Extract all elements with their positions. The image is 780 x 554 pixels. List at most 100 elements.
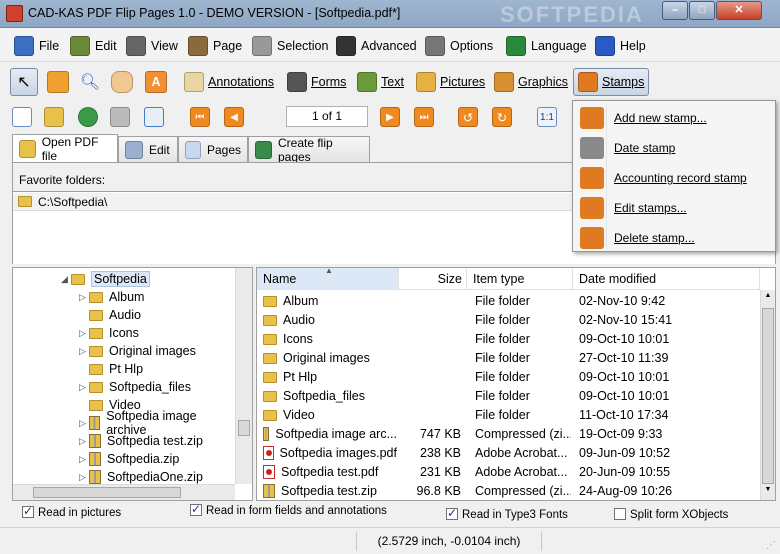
table-row[interactable]: Softpedia test.zip 96.8 KB Compressed (zi.… — [257, 482, 760, 500]
tree-item[interactable]: ▷ Softpedia image archive — [79, 409, 235, 437]
tree-hscroll-thumb[interactable] — [33, 487, 181, 498]
pictures-tool[interactable]: Pictures — [416, 68, 485, 96]
table-row[interactable]: Icons File folder 09-Oct-10 10:01 — [257, 330, 760, 349]
rotate-left-icon[interactable]: ↺ — [458, 107, 478, 127]
table-row[interactable]: Audio File folder 02-Nov-10 15:41 — [257, 311, 760, 330]
expand-caret-icon[interactable]: ▷ — [79, 454, 89, 465]
pointer-tool-button[interactable]: ↖ — [10, 68, 38, 96]
stamps-menu-label: Delete stamp... — [614, 231, 695, 245]
menu-language[interactable]: Language — [506, 34, 587, 58]
stamps-menu-item[interactable]: Date stamp — [573, 134, 775, 162]
stamps-tool[interactable]: Stamps — [573, 68, 650, 96]
tab-create-flip-pages[interactable]: Create flip pages — [248, 136, 370, 164]
tree-item[interactable]: ▷ Original images — [79, 342, 196, 360]
select-area-tool-button[interactable] — [44, 68, 72, 96]
expand-caret-icon[interactable]: ▷ — [79, 418, 89, 429]
open-folder-icon[interactable] — [44, 107, 64, 127]
column-date-modified[interactable]: Date modified — [573, 268, 760, 290]
menu-page[interactable]: Page — [188, 34, 242, 58]
next-page-icon[interactable]: ▶ — [380, 107, 400, 127]
globe-icon[interactable] — [78, 107, 98, 127]
graphics-tool[interactable]: Graphics — [494, 68, 568, 96]
column-item-type[interactable]: Item type — [467, 268, 573, 290]
tab-pages[interactable]: Pages — [178, 136, 248, 162]
new-document-icon[interactable] — [12, 107, 32, 127]
tree-item[interactable]: ▷ Icons — [79, 324, 139, 342]
table-row[interactable]: Softpedia_files File folder 09-Oct-10 10:0… — [257, 387, 760, 406]
collapse-caret-icon[interactable]: ◢ — [61, 274, 71, 285]
scroll-up-icon[interactable]: ▲ — [762, 292, 774, 304]
menu-view[interactable]: View — [126, 34, 178, 58]
read-pictures-checkbox[interactable]: Read in pictures — [22, 504, 121, 519]
table-row[interactable]: Softpedia test.pdf 231 KB Adobe Acrobat...… — [257, 463, 760, 482]
stamps-menu-item[interactable]: Delete stamp... — [573, 224, 775, 252]
read-type3-checkbox[interactable]: Read in Type3 Fonts — [446, 506, 568, 521]
previous-page-icon[interactable]: ◀ — [224, 107, 244, 127]
expand-caret-icon[interactable]: ▷ — [79, 328, 89, 339]
stamps-menu-item[interactable]: Edit stamps... — [573, 194, 775, 222]
menu-edit[interactable]: Edit — [70, 34, 117, 58]
expand-caret-icon[interactable]: ▷ — [79, 346, 89, 357]
forms-tool[interactable]: Forms — [287, 68, 346, 96]
page-number-field[interactable]: 1 of 1 — [286, 106, 368, 127]
table-row[interactable]: Album File folder 02-Nov-10 9:42 — [257, 292, 760, 311]
menu-help[interactable]: Help — [595, 34, 646, 58]
tree-item[interactable]: ▷ Softpedia_files — [79, 378, 191, 396]
table-row[interactable]: Pt Hlp File folder 09-Oct-10 10:01 — [257, 368, 760, 387]
checkbox-checked[interactable] — [22, 504, 34, 518]
checkbox-checked[interactable] — [190, 502, 202, 516]
split-xobjects-checkbox[interactable]: Split form XObjects — [614, 508, 728, 521]
file-name: Album — [283, 294, 319, 308]
tree-scroll-thumb[interactable] — [238, 420, 250, 436]
table-row[interactable]: Video File folder 11-Oct-10 17:34 — [257, 406, 760, 425]
table-row[interactable]: Softpedia image arc... 747 KB Compressed (… — [257, 425, 760, 444]
tree-item[interactable]: ▷ Softpedia test.zip — [79, 432, 203, 450]
checkbox-unchecked[interactable] — [614, 508, 626, 520]
table-row[interactable]: Original images File folder 27-Oct-10 11:3… — [257, 349, 760, 368]
tree-item[interactable]: ▷ Softpedia.zip — [79, 450, 179, 468]
checkbox-checked[interactable] — [446, 506, 458, 520]
actual-size-icon[interactable]: 1:1 — [537, 107, 557, 127]
tree-hscrollbar[interactable] — [13, 484, 235, 500]
minimize-button[interactable]: – — [662, 1, 688, 20]
tree-item[interactable]: ▷ Album — [79, 288, 144, 306]
text-menu-tool[interactable]: Text — [357, 68, 404, 96]
stamps-menu-item[interactable]: Accounting record stamp — [573, 164, 775, 192]
zip-icon — [263, 427, 270, 441]
menu-selection[interactable]: Selection — [252, 34, 328, 58]
rotate-right-icon[interactable]: ↻ — [492, 107, 512, 127]
tree-scrollbar[interactable] — [235, 268, 252, 484]
filelist-scrollbar[interactable]: ▲ ▼ — [760, 290, 775, 500]
text-tool-button[interactable]: A — [142, 68, 170, 96]
expand-caret-icon[interactable]: ▷ — [79, 472, 89, 483]
maximize-button[interactable]: □ — [689, 1, 715, 20]
table-row[interactable]: Softpedia images.pdf 238 KB Adobe Acrobat.… — [257, 444, 760, 463]
menu-file[interactable]: File — [14, 34, 59, 58]
filelist-scroll-thumb[interactable] — [762, 308, 774, 484]
annotations-tool[interactable]: Annotations — [184, 68, 274, 96]
close-window-button[interactable]: ✕ — [716, 1, 762, 20]
tree-item-root[interactable]: ◢ Softpedia — [61, 270, 150, 288]
menu-options[interactable]: Options — [425, 34, 493, 58]
undo-icon[interactable] — [144, 107, 164, 127]
tree-item[interactable]: Pt Hlp — [79, 360, 143, 378]
expand-caret-icon[interactable]: ▷ — [79, 436, 89, 447]
column-size[interactable]: Size — [399, 268, 467, 290]
file-date: 19-Oct-09 9:33 — [579, 427, 663, 441]
read-forms-checkbox[interactable]: Read in form fields and annotations — [190, 502, 387, 517]
tree-item[interactable]: Audio — [79, 306, 141, 324]
tab-edit[interactable]: Edit — [118, 136, 178, 162]
scroll-down-icon[interactable]: ▼ — [762, 486, 774, 498]
printer-icon[interactable] — [110, 107, 130, 127]
hand-tool-button[interactable] — [108, 68, 136, 96]
expand-caret-icon[interactable]: ▷ — [79, 292, 89, 303]
resize-grip-icon[interactable]: ⋰ — [766, 540, 776, 551]
stamps-menu-item[interactable]: Add new stamp... — [573, 104, 775, 132]
expand-caret-icon[interactable]: ▷ — [79, 382, 89, 393]
tab-open-pdf-file[interactable]: Open PDF file — [12, 134, 118, 163]
zoom-tool-button[interactable]: 🔍︎ — [76, 68, 104, 96]
last-page-icon[interactable]: ⏭ — [414, 107, 434, 127]
first-page-icon[interactable]: ⏮ — [190, 107, 210, 127]
stamps-dropdown-menu: Add new stamp... Date stamp Accounting rec… — [572, 100, 776, 252]
menu-advanced[interactable]: Advanced — [336, 34, 417, 58]
